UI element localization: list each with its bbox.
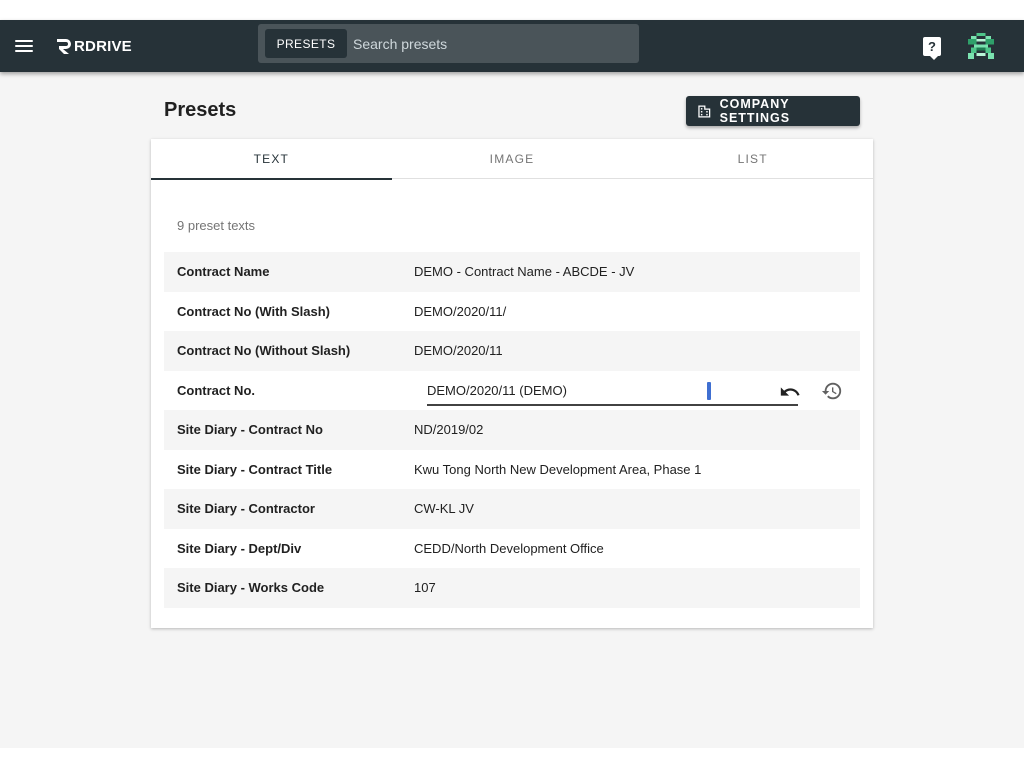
list-item[interactable]: Site Diary - Contract No ND/2019/02: [164, 410, 860, 450]
company-settings-button[interactable]: COMPANY SETTINGS: [686, 96, 860, 126]
preset-name: Site Diary - Works Code: [177, 580, 325, 596]
preset-name: Site Diary - Dept/Div: [177, 540, 302, 556]
search-scope-chip[interactable]: PRESETS: [265, 29, 347, 58]
help-icon[interactable]: ?: [923, 37, 941, 60]
preset-type-tabs: TEXT IMAGE LIST: [151, 139, 873, 180]
avatar[interactable]: [968, 33, 994, 59]
preset-name: Contract No.: [177, 382, 255, 398]
rdrive-logo[interactable]: RDRIVE: [55, 35, 132, 57]
list-item[interactable]: Site Diary - Contractor CW-KL JV: [164, 489, 860, 529]
preset-value[interactable]: CEDD/North Development Office: [414, 541, 604, 556]
company-settings-label: COMPANY SETTINGS: [719, 97, 791, 125]
preset-count: 9 preset texts: [177, 218, 256, 233]
text-cursor: [707, 381, 711, 400]
tab-list[interactable]: LIST: [632, 139, 873, 179]
preset-value-editor: [427, 377, 801, 406]
undo-icon[interactable]: [779, 381, 801, 403]
menu-icon[interactable]: [12, 34, 36, 58]
search-bar: PRESETS: [258, 24, 639, 63]
tab-image[interactable]: IMAGE: [392, 139, 633, 179]
rdrive-logo-mark-icon: [57, 39, 71, 54]
preset-value-input[interactable]: [427, 382, 687, 398]
list-item[interactable]: Site Diary - Contract Title Kwu Tong Nor…: [164, 450, 860, 490]
preset-name: Site Diary - Contract No: [177, 422, 323, 438]
main-content: Presets COMPANY SETTINGS TEXT IMAGE LIST…: [0, 72, 1024, 748]
preset-value[interactable]: ND/2019/02: [414, 422, 483, 437]
brand-name: RDRIVE: [74, 37, 132, 55]
page-title: Presets: [164, 99, 237, 121]
list-item[interactable]: Contract Name DEMO - Contract Name - ABC…: [164, 252, 860, 292]
preset-value[interactable]: DEMO/2020/11/: [414, 304, 506, 319]
building-icon: [698, 105, 711, 117]
preset-name: Contract No (With Slash): [177, 303, 330, 319]
list-item[interactable]: Site Diary - Works Code 107: [164, 568, 860, 608]
preset-value[interactable]: 107: [414, 580, 436, 595]
restore-icon[interactable]: [821, 380, 843, 402]
search-input[interactable]: [353, 29, 629, 58]
list-item[interactable]: Site Diary - Dept/Div CEDD/North Develop…: [164, 529, 860, 569]
list-item[interactable]: Contract No (With Slash) DEMO/2020/11/: [164, 292, 860, 332]
preset-name: Site Diary - Contract Title: [177, 461, 333, 477]
tab-text[interactable]: TEXT: [151, 139, 392, 180]
list-item[interactable]: Contract No (Without Slash) DEMO/2020/11: [164, 331, 860, 371]
preset-name: Contract Name: [177, 264, 270, 280]
preset-value[interactable]: Kwu Tong North New Development Area, Pha…: [414, 462, 701, 477]
app-bar: RDRIVE PRESETS ?: [0, 20, 1024, 72]
preset-name: Site Diary - Contractor: [177, 501, 315, 517]
preset-value[interactable]: DEMO - Contract Name - ABCDE - JV: [414, 264, 634, 279]
presets-card: TEXT IMAGE LIST 9 preset texts Contract …: [151, 139, 873, 628]
preset-value[interactable]: CW-KL JV: [414, 501, 474, 516]
preset-value[interactable]: DEMO/2020/11: [414, 343, 503, 358]
preset-list: Contract Name DEMO - Contract Name - ABC…: [164, 252, 860, 608]
preset-name: Contract No (Without Slash): [177, 343, 351, 359]
list-item-editing[interactable]: Contract No.: [164, 371, 860, 411]
